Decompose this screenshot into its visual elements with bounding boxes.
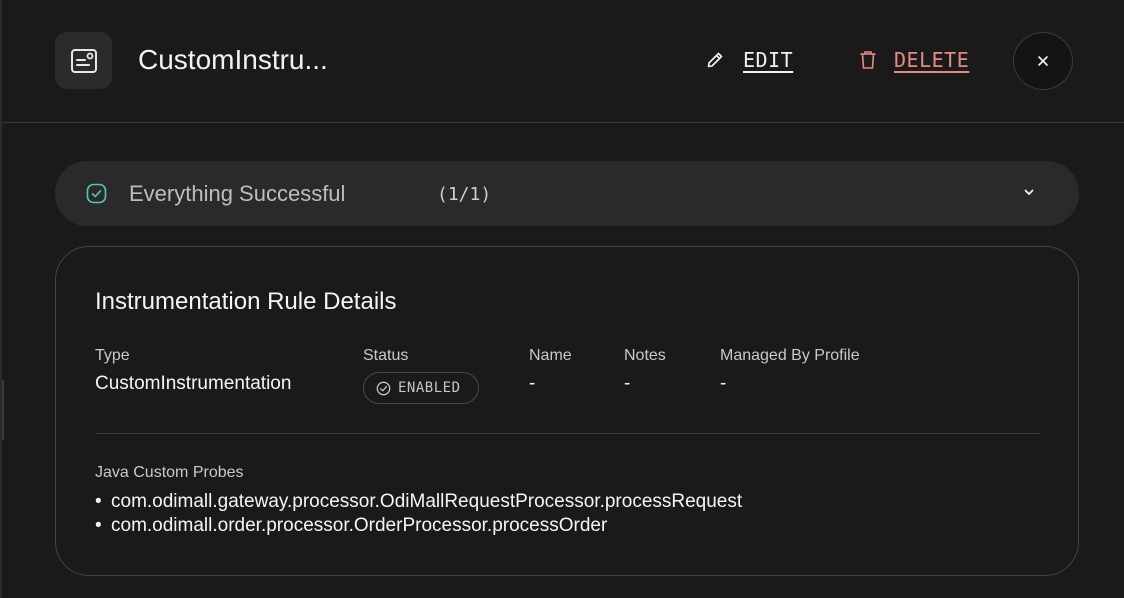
status-badge-text: ENABLED (398, 380, 461, 396)
probe-list: com.odimall.gateway.processor.OdiMallReq… (95, 490, 742, 538)
delete-label: DELETE (894, 48, 970, 72)
details-card: Instrumentation Rule Details Type Custom… (55, 246, 1079, 576)
delete-button[interactable]: DELETE (858, 44, 969, 76)
close-icon (1038, 56, 1048, 66)
notes-value: - (624, 373, 631, 394)
drawer-header: CustomInstru... EDIT DELETE (2, 0, 1124, 123)
trash-icon (860, 51, 876, 69)
edit-button[interactable]: EDIT (705, 44, 793, 76)
check-circle-icon (86, 183, 107, 204)
status-count: (1/1) (437, 184, 492, 205)
edit-label: EDIT (743, 48, 794, 72)
drawer-resize-edge[interactable] (2, 380, 4, 440)
status-badge: ENABLED (363, 372, 479, 404)
details-title: Instrumentation Rule Details (95, 288, 397, 315)
list-item: com.odimall.order.processor.OrderProcess… (95, 514, 742, 538)
status-label: Status (363, 347, 409, 364)
drawer-title: CustomInstru... (138, 44, 328, 75)
pencil-icon (707, 52, 723, 68)
rule-icon (55, 32, 112, 89)
type-value: CustomInstrumentation (95, 373, 292, 394)
notes-label: Notes (624, 347, 666, 364)
details-divider (95, 433, 1040, 434)
managed-by-profile-label: Managed By Profile (720, 347, 860, 364)
rule-glyph-icon (70, 48, 97, 73)
chevron-down-icon[interactable] (1022, 185, 1036, 199)
name-label: Name (529, 347, 572, 364)
probes-label: Java Custom Probes (95, 464, 244, 481)
name-value: - (529, 373, 536, 394)
close-button[interactable] (1013, 32, 1073, 90)
status-text: Everything Successful (129, 181, 346, 206)
rule-drawer: CustomInstru... EDIT DELETE Everything S… (0, 0, 1124, 598)
status-banner[interactable]: Everything Successful (1/1) (55, 161, 1079, 226)
type-label: Type (95, 347, 130, 364)
check-circle-icon (376, 381, 391, 395)
managed-by-profile-value: - (720, 373, 727, 394)
list-item: com.odimall.gateway.processor.OdiMallReq… (95, 490, 742, 514)
